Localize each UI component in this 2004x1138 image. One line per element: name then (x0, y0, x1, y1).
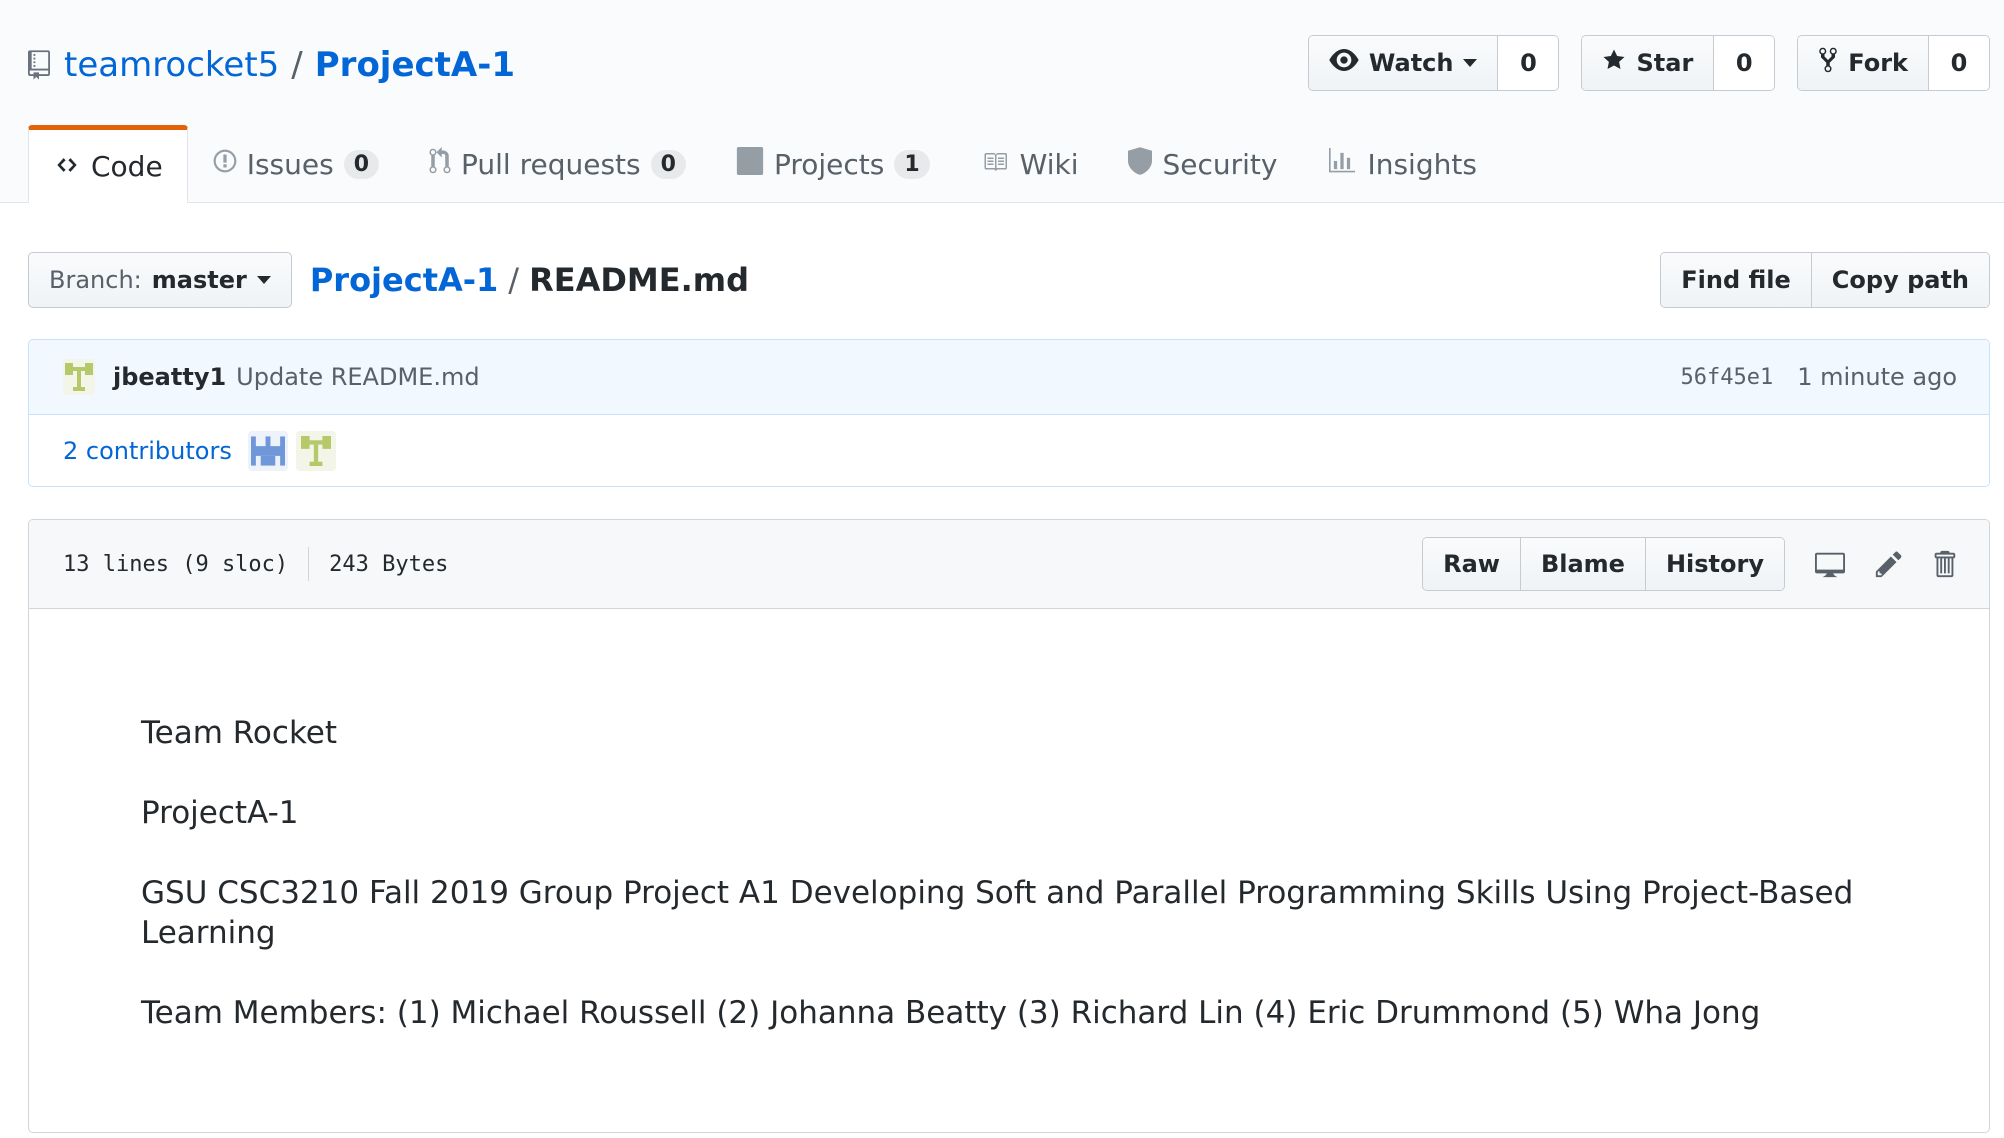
watch-label: Watch (1368, 49, 1454, 77)
tab-projects[interactable]: Projects 1 (711, 125, 955, 203)
repo-owner-link[interactable]: teamrocket5 (64, 45, 279, 85)
code-icon (53, 150, 81, 183)
fork-icon (1818, 46, 1838, 80)
watch-button[interactable]: Watch (1308, 36, 1499, 90)
readme-paragraph: ProjectA-1 (141, 795, 299, 831)
history-button[interactable]: History (1645, 538, 1784, 590)
branch-name: master (151, 266, 247, 294)
contributors-row: 2 contributors (29, 415, 1989, 486)
tab-label: Wiki (1019, 148, 1079, 181)
fork-button[interactable]: Fork (1798, 36, 1929, 90)
star-icon (1602, 48, 1626, 78)
eye-icon (1329, 49, 1359, 77)
tab-insights[interactable]: Insights (1302, 125, 1501, 203)
issue-icon (213, 148, 237, 181)
commit-author-link[interactable]: jbeatty1 (113, 363, 226, 391)
file-line-count: 13 lines (9 sloc) (63, 551, 289, 577)
file-header: 13 lines (9 sloc) 243 Bytes Raw Blame Hi… (29, 520, 1989, 609)
star-group: Star 0 (1581, 35, 1776, 91)
trash-icon[interactable] (1931, 549, 1957, 579)
star-button[interactable]: Star (1582, 36, 1715, 90)
raw-button[interactable]: Raw (1423, 538, 1521, 590)
project-icon (736, 147, 764, 182)
watch-group: Watch 0 (1307, 35, 1560, 91)
readme-paragraph: Team Members: (1) Michael Roussell (2) J… (141, 995, 1761, 1031)
watch-count[interactable]: 0 (1498, 36, 1559, 90)
path-separator: / (291, 45, 303, 85)
caret-down-icon (1463, 59, 1478, 67)
contributor-avatar[interactable] (247, 431, 288, 471)
file-actions: Raw Blame History (1422, 537, 1957, 591)
fork-group: Fork 0 (1797, 35, 1990, 91)
tab-label: Code (91, 150, 163, 183)
star-count[interactable]: 0 (1714, 36, 1775, 90)
file-info: 13 lines (9 sloc) 243 Bytes (63, 547, 448, 581)
path-separator: / (508, 261, 520, 299)
tab-label: Issues (246, 148, 334, 181)
repo-header: teamrocket5 / ProjectA-1 Watch 0 Star 0 (0, 0, 2004, 203)
copy-path-button[interactable]: Copy path (1811, 253, 1989, 307)
projects-counter: 1 (894, 150, 930, 179)
graph-icon (1327, 148, 1357, 181)
fork-label: Fork (1848, 49, 1908, 77)
branch-select-button[interactable]: Branch: master (28, 252, 292, 308)
pull-request-icon (429, 147, 451, 182)
tab-wiki[interactable]: Wiki (955, 125, 1104, 203)
file-nav-buttons: Find file Copy path (1660, 252, 1990, 308)
readme-content: Team Rocket ProjectA-1 GSU CSC3210 Fall … (29, 609, 1989, 1033)
repo-icon (28, 50, 50, 80)
pull-requests-counter: 0 (650, 150, 686, 179)
divider (308, 547, 310, 581)
readme-paragraph: GSU CSC3210 Fall 2019 Group Project A1 D… (141, 875, 1854, 951)
tab-label: Pull requests (461, 148, 641, 181)
blame-button[interactable]: Blame (1520, 538, 1646, 590)
breadcrumb-file-name: README.md (529, 261, 750, 299)
shield-icon (1128, 147, 1153, 182)
author-avatar[interactable] (63, 359, 95, 395)
breadcrumb-repo-link[interactable]: ProjectA-1 (310, 261, 498, 299)
file-navigation: Branch: master ProjectA-1 / README.md Fi… (28, 252, 1990, 308)
branch-prefix: Branch: (49, 266, 142, 294)
contributor-avatar[interactable] (295, 431, 336, 471)
tab-label: Insights (1367, 148, 1477, 181)
issues-counter: 0 (343, 150, 379, 179)
tab-label: Projects (773, 148, 885, 181)
tab-label: Security (1162, 148, 1278, 181)
contributors-link[interactable]: 2 contributors (63, 437, 232, 465)
star-label: Star (1636, 49, 1694, 77)
tab-code[interactable]: Code (28, 125, 188, 203)
book-icon (980, 148, 1010, 181)
breadcrumb: ProjectA-1 / README.md (310, 261, 749, 299)
repo-title: teamrocket5 / ProjectA-1 (28, 40, 515, 90)
file-viewer: 13 lines (9 sloc) 243 Bytes Raw Blame Hi… (28, 519, 1990, 1133)
file-view-buttons: Raw Blame History (1422, 537, 1785, 591)
fork-count[interactable]: 0 (1929, 36, 1989, 90)
commit-sha-link[interactable]: 56f45e1 (1680, 365, 1773, 390)
caret-down-icon (256, 276, 271, 284)
file-size: 243 Bytes (329, 551, 449, 577)
commit-message-link[interactable]: Update README.md (236, 363, 479, 391)
desktop-icon[interactable] (1813, 549, 1847, 579)
readme-paragraph: Team Rocket (141, 715, 338, 751)
latest-commit: jbeatty1 Update README.md 56f45e1 1 minu… (29, 340, 1989, 415)
commit-time: 1 minute ago (1797, 363, 1957, 391)
tab-issues[interactable]: Issues 0 (188, 125, 404, 203)
find-file-button[interactable]: Find file (1661, 253, 1812, 307)
commit-box: jbeatty1 Update README.md 56f45e1 1 minu… (28, 339, 1990, 487)
repo-nav-tabs: Code Issues 0 Pull requests 0 Projects 1 (28, 125, 1502, 203)
tab-security[interactable]: Security (1103, 125, 1302, 203)
repo-actions: Watch 0 Star 0 Fork 0 (1307, 35, 1990, 91)
repo-name-link[interactable]: ProjectA-1 (315, 45, 515, 85)
tab-pull-requests[interactable]: Pull requests 0 (404, 125, 711, 203)
pencil-icon[interactable] (1875, 549, 1903, 579)
